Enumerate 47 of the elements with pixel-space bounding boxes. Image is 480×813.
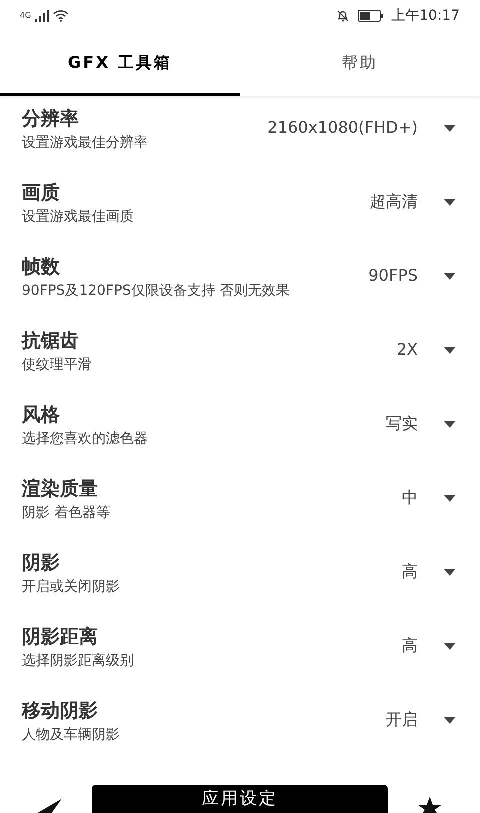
setting-description: 选择阴影距离级别 xyxy=(22,652,135,671)
setting-description: 设置游戏最佳分辨率 xyxy=(22,134,149,153)
setting-dropdown[interactable]: 高 xyxy=(402,634,456,658)
caret-icon xyxy=(444,420,456,428)
wifi-icon xyxy=(53,10,70,22)
apply-button[interactable]: 应用设定 xyxy=(92,785,388,813)
setting-description: 阴影 着色器等 xyxy=(22,504,112,523)
network-type: 4G xyxy=(20,10,32,22)
setting-dropdown[interactable]: 开启 xyxy=(386,708,456,732)
setting-description: 90FPS及120FPS仅限设备支持 否则无效果 xyxy=(22,282,291,301)
caret-icon xyxy=(444,124,456,132)
setting-description: 人物及车辆阴影 xyxy=(22,726,121,745)
tab[interactable]: 帮助 xyxy=(240,32,480,96)
caret-icon xyxy=(444,346,456,354)
caret-icon xyxy=(444,494,456,502)
setting-dropdown[interactable]: 中 xyxy=(402,486,456,510)
battery-icon xyxy=(358,10,384,22)
setting-dropdown[interactable]: 写实 xyxy=(386,412,456,436)
send-icon[interactable] xyxy=(38,799,62,813)
setting-dropdown[interactable]: 2160x1080(FHD+) xyxy=(268,116,456,140)
setting-title: 风格 xyxy=(22,403,61,428)
caret-icon xyxy=(444,716,456,724)
setting-description: 使纹理平滑 xyxy=(22,356,93,375)
signal-icon xyxy=(35,10,50,22)
setting-title: 移动阴影 xyxy=(22,699,99,724)
setting-dropdown[interactable]: 90FPS xyxy=(368,264,456,288)
caret-icon xyxy=(444,568,456,576)
setting-title: 帧数 xyxy=(22,255,61,280)
tab[interactable]: GFX 工具箱 xyxy=(0,32,240,96)
setting-title: 抗锯齿 xyxy=(22,329,80,354)
caret-icon xyxy=(444,272,456,280)
setting-dropdown[interactable]: 超高清 xyxy=(370,190,456,214)
setting-title: 分辨率 xyxy=(22,107,80,132)
setting-dropdown[interactable]: 高 xyxy=(402,560,456,584)
setting-title: 渲染质量 xyxy=(22,477,99,502)
setting-title: 阴影 xyxy=(22,551,61,576)
caret-icon xyxy=(444,642,456,650)
clock: 上午10:17 xyxy=(392,6,460,26)
setting-description: 开启或关闭阴影 xyxy=(22,578,121,597)
setting-title: 阴影距离 xyxy=(22,625,99,650)
setting-dropdown[interactable]: 2X xyxy=(396,338,456,362)
bell-off-icon xyxy=(336,9,350,23)
caret-icon xyxy=(444,198,456,206)
setting-description: 设置游戏最佳画质 xyxy=(22,208,135,227)
star-icon[interactable] xyxy=(418,797,442,813)
setting-title: 画质 xyxy=(22,181,61,206)
setting-description: 选择您喜欢的滤色器 xyxy=(22,430,149,449)
